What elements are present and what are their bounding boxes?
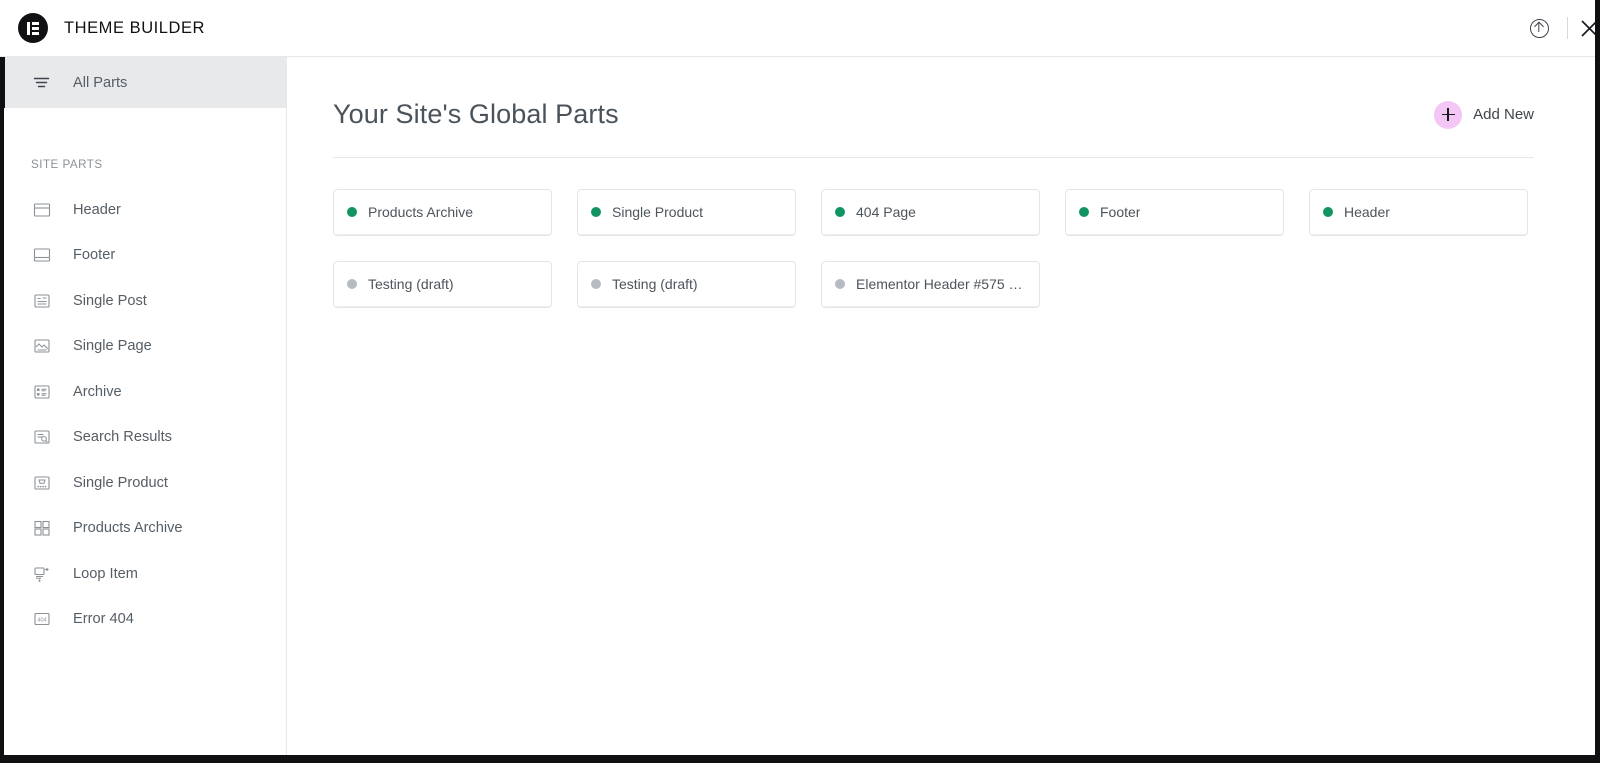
status-badge bbox=[835, 279, 845, 289]
sidebar-item-label: Footer bbox=[73, 247, 115, 263]
sidebar-item-single-product[interactable]: Single Product bbox=[0, 460, 286, 506]
part-card-elementor-header-575[interactable]: Elementor Header #575 (dr… Logo bbox=[821, 261, 1040, 308]
toolbar-divider bbox=[1567, 17, 1568, 39]
sidebar-item-label: Single Page bbox=[73, 338, 152, 354]
sidebar-item-label: Products Archive bbox=[73, 520, 183, 536]
archive-icon bbox=[31, 381, 52, 402]
part-card-footer[interactable]: Footer bbox=[1065, 189, 1284, 236]
card-title: Elementor Header #575 (dr… bbox=[856, 276, 1026, 292]
sidebar-item-label: Archive bbox=[73, 384, 122, 400]
circle-arrow-up-icon[interactable] bbox=[1517, 0, 1561, 56]
sidebar-item-label: All Parts bbox=[73, 75, 127, 91]
sidebar-item-label: Error 404 bbox=[73, 611, 134, 627]
sidebar-item-loop-item[interactable]: Loop Item bbox=[0, 551, 286, 597]
sidebar-item-single-page[interactable]: Single Page bbox=[0, 324, 286, 370]
card-title: Header bbox=[1344, 204, 1390, 220]
card-header: 404 Page bbox=[822, 190, 1039, 235]
card-title: Testing (draft) bbox=[612, 276, 698, 292]
part-card-single-product[interactable]: Single Product MORE DELIGHTFUL VASES bbox=[577, 189, 796, 236]
single-product-icon bbox=[31, 472, 52, 493]
part-card-testing-draft-2[interactable]: Testing (draft) Page Title CTA bbox=[577, 261, 796, 308]
sidebar-item-single-post[interactable]: Single Post bbox=[0, 278, 286, 324]
sidebar-item-label: Search Results bbox=[73, 429, 172, 445]
parts-grid: Products Archive Featured Products bbox=[333, 189, 1534, 308]
window-right-edge bbox=[1595, 0, 1600, 763]
card-title: Footer bbox=[1100, 204, 1140, 220]
app-title: THEME BUILDER bbox=[64, 19, 205, 38]
card-header: Testing (draft) bbox=[578, 262, 795, 307]
card-title: Testing (draft) bbox=[368, 276, 454, 292]
card-header: Products Archive bbox=[334, 190, 551, 235]
sidebar-section-label: SITE PARTS bbox=[0, 158, 286, 171]
sidebar-item-archive[interactable]: Archive bbox=[0, 369, 286, 415]
plus-icon bbox=[1434, 101, 1462, 129]
sidebar-item-label: Single Post bbox=[73, 293, 147, 309]
status-badge bbox=[591, 279, 601, 289]
status-badge bbox=[1323, 207, 1333, 217]
window-left-edge bbox=[0, 57, 4, 755]
sidebar: All Parts SITE PARTS Header bbox=[0, 57, 287, 755]
part-card-products-archive[interactable]: Products Archive Featured Products bbox=[333, 189, 552, 236]
header-divider bbox=[333, 157, 1534, 158]
card-title: Products Archive bbox=[368, 204, 473, 220]
single-post-icon bbox=[31, 290, 52, 311]
window-bottom-edge bbox=[0, 755, 1600, 763]
header-icon bbox=[31, 199, 52, 220]
products-archive-icon bbox=[31, 518, 52, 539]
sidebar-item-products-archive[interactable]: Products Archive bbox=[0, 506, 286, 552]
sidebar-item-label: Single Product bbox=[73, 475, 168, 491]
add-new-button[interactable]: Add New bbox=[1434, 101, 1534, 129]
part-card-404-page[interactable]: 404 Page bbox=[821, 189, 1040, 236]
page-header: Your Site's Global Parts Add New bbox=[333, 99, 1534, 130]
svg-text:404: 404 bbox=[37, 618, 46, 624]
main-content: Your Site's Global Parts Add New Product… bbox=[287, 57, 1600, 755]
card-title: Single Product bbox=[612, 204, 703, 220]
sidebar-item-footer[interactable]: Footer bbox=[0, 233, 286, 279]
footer-icon bbox=[31, 245, 52, 266]
filter-lines-icon bbox=[31, 72, 52, 93]
search-results-icon bbox=[31, 427, 52, 448]
sidebar-item-header[interactable]: Header bbox=[0, 187, 286, 233]
single-page-icon bbox=[31, 336, 52, 357]
card-header: Header bbox=[1310, 190, 1527, 235]
status-badge bbox=[347, 207, 357, 217]
sidebar-item-error-404[interactable]: 404 Error 404 bbox=[0, 597, 286, 643]
status-badge bbox=[347, 279, 357, 289]
page-title: Your Site's Global Parts bbox=[333, 99, 619, 130]
sidebar-item-all-parts[interactable]: All Parts bbox=[0, 57, 286, 108]
loop-item-icon bbox=[31, 563, 52, 584]
card-title: 404 Page bbox=[856, 204, 916, 220]
status-badge bbox=[591, 207, 601, 217]
card-header: Elementor Header #575 (dr… bbox=[822, 262, 1039, 307]
part-card-header[interactable]: Header bbox=[1309, 189, 1528, 236]
sidebar-nav-list: Header Footer Single P bbox=[0, 187, 286, 642]
status-badge bbox=[1079, 207, 1089, 217]
card-header: Footer bbox=[1066, 190, 1283, 235]
sidebar-item-label: Header bbox=[73, 202, 121, 218]
add-new-label: Add New bbox=[1473, 106, 1534, 123]
top-bar-actions bbox=[1517, 0, 1600, 56]
sidebar-item-label: Loop Item bbox=[73, 566, 138, 582]
part-card-testing-draft-1[interactable]: Testing (draft) Page Title CTA bbox=[333, 261, 552, 308]
card-header: Testing (draft) bbox=[334, 262, 551, 307]
card-header: Single Product bbox=[578, 190, 795, 235]
status-badge bbox=[835, 207, 845, 217]
sidebar-item-search-results[interactable]: Search Results bbox=[0, 415, 286, 461]
elementor-logo-icon bbox=[18, 13, 48, 43]
brand: THEME BUILDER bbox=[0, 13, 205, 43]
error-404-icon: 404 bbox=[31, 609, 52, 630]
top-bar: THEME BUILDER bbox=[0, 0, 1600, 57]
